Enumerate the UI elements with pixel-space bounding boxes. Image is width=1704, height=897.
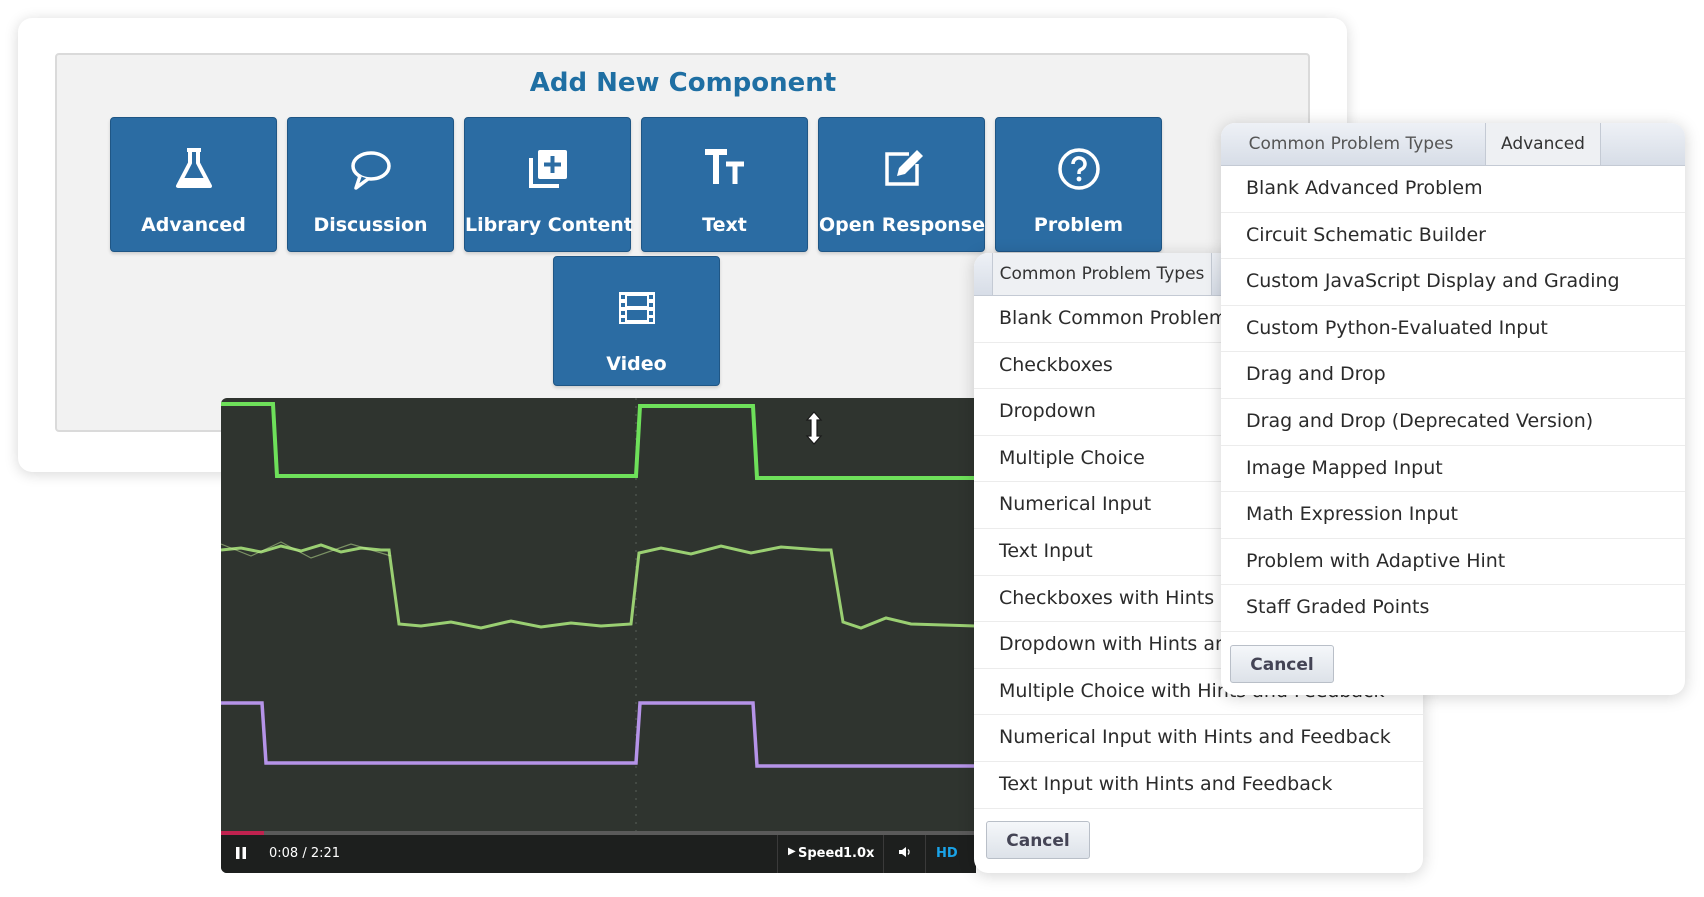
open-response-button[interactable]: Open Response: [818, 117, 985, 252]
list-item[interactable]: Image Mapped Input: [1221, 446, 1685, 493]
tab-common-problem-types[interactable]: Common Problem Types: [1241, 123, 1461, 165]
list-item[interactable]: Drag and Drop (Deprecated Version): [1221, 399, 1685, 446]
video-label: Video: [606, 353, 667, 375]
cancel-button[interactable]: Cancel: [986, 821, 1090, 859]
list-item[interactable]: Problem with Adaptive Hint: [1221, 539, 1685, 586]
text-size-icon: [642, 146, 807, 192]
list-item[interactable]: Circuit Schematic Builder: [1221, 213, 1685, 260]
advanced-label: Advanced: [141, 214, 246, 236]
video-time: 0:08 / 2:21: [269, 846, 341, 861]
speech-bubble-icon: [288, 146, 453, 192]
advanced-tabs: Common Problem Types Advanced: [1221, 123, 1685, 166]
video-controls: 0:08 / 2:21 ▶ Speed 1.0x HD: [221, 831, 976, 873]
flask-icon: [111, 146, 276, 192]
discussion-button[interactable]: Discussion: [287, 117, 454, 252]
speed-label[interactable]: Speed: [798, 846, 844, 861]
divider: [925, 835, 926, 873]
divider: [777, 835, 778, 873]
advanced-problem-types-menu: Common Problem Types Advanced Blank Adva…: [1221, 123, 1685, 695]
video-player[interactable]: 0:08 / 2:21 ▶ Speed 1.0x HD: [221, 398, 976, 873]
tab-advanced[interactable]: Advanced: [1485, 123, 1601, 165]
film-icon: [554, 285, 719, 331]
oscilloscope-frame: [221, 398, 976, 835]
video-button[interactable]: Video: [553, 256, 720, 386]
list-item[interactable]: Text Input with Hints and Feedback: [974, 762, 1423, 809]
pause-icon[interactable]: [235, 847, 247, 863]
tab-common-problem-types[interactable]: Common Problem Types: [992, 253, 1212, 295]
advanced-problem-list: Blank Advanced Problem Circuit Schematic…: [1221, 166, 1685, 632]
library-content-button[interactable]: Library Content: [464, 117, 633, 252]
text-label: Text: [702, 214, 747, 236]
list-item[interactable]: Custom JavaScript Display and Grading: [1221, 259, 1685, 306]
speed-arrow-icon: ▶: [788, 846, 796, 857]
list-item[interactable]: Drag and Drop: [1221, 352, 1685, 399]
add-component-title: Add New Component: [529, 68, 837, 98]
list-item[interactable]: Staff Graded Points: [1221, 585, 1685, 632]
hd-toggle[interactable]: HD: [936, 846, 958, 861]
problem-button[interactable]: Problem: [995, 117, 1162, 252]
text-button[interactable]: Text: [641, 117, 808, 252]
discussion-label: Discussion: [313, 214, 428, 236]
list-item[interactable]: Math Expression Input: [1221, 492, 1685, 539]
volume-icon[interactable]: [897, 844, 913, 864]
list-item[interactable]: Numerical Input with Hints and Feedback: [974, 715, 1423, 762]
problem-label: Problem: [1033, 214, 1124, 236]
edit-icon: [819, 146, 984, 192]
library-content-label: Library Content: [465, 214, 633, 236]
speed-value[interactable]: 1.0x: [843, 846, 874, 861]
cancel-button[interactable]: Cancel: [1230, 645, 1334, 683]
list-item[interactable]: Custom Python-Evaluated Input: [1221, 306, 1685, 353]
open-response-label: Open Response: [819, 214, 985, 236]
divider: [883, 835, 884, 873]
list-item[interactable]: Blank Advanced Problem: [1221, 166, 1685, 213]
advanced-button[interactable]: Advanced: [110, 117, 277, 252]
resize-cursor-icon: [805, 411, 823, 445]
video-progress-fill: [221, 831, 265, 835]
video-progress-bar[interactable]: [221, 831, 976, 835]
library-add-icon: [465, 146, 630, 192]
question-circle-icon: [996, 146, 1161, 192]
